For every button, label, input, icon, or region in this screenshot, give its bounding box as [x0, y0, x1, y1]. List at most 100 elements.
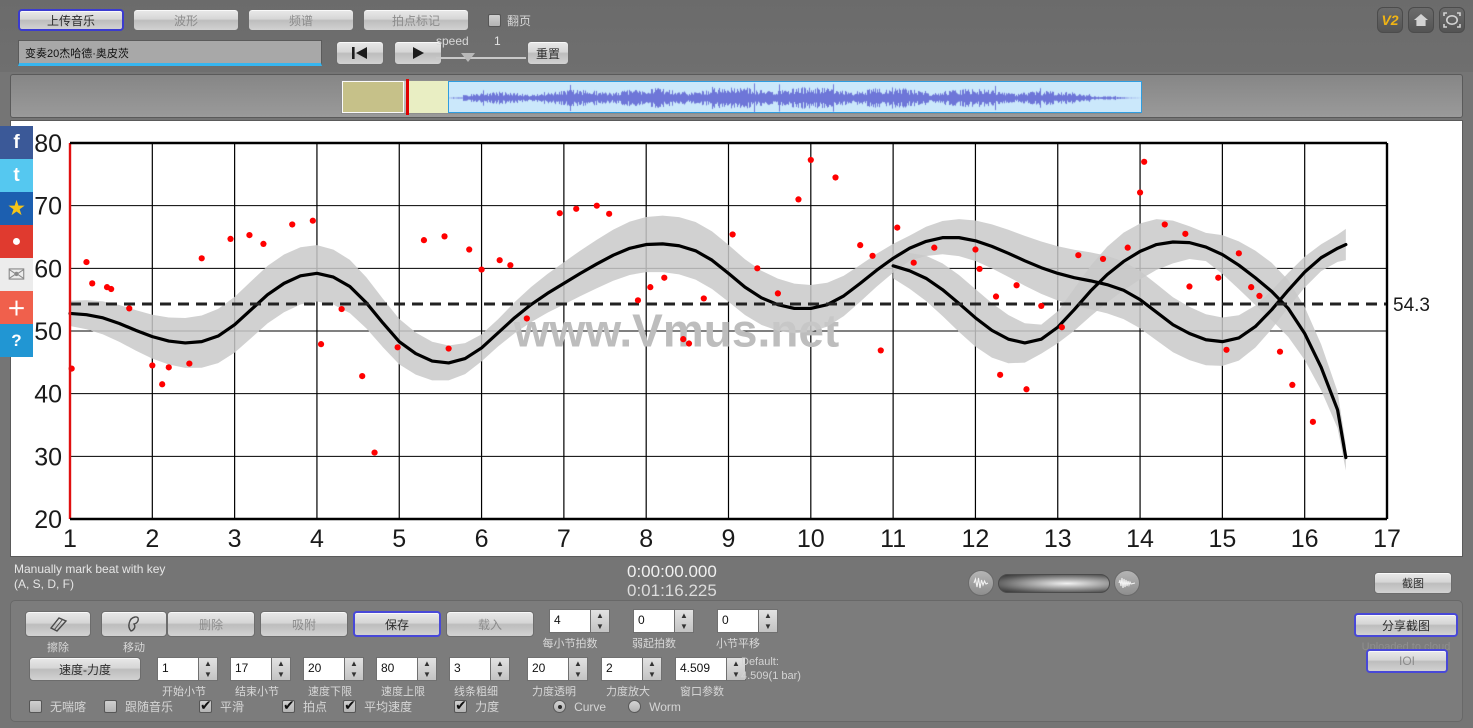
- dynamics-alpha-spinner[interactable]: 20 ▲ ▼: [527, 657, 588, 681]
- end-bar-spinner[interactable]: 17 ▲ ▼: [230, 657, 291, 681]
- spin-up-icon[interactable]: ▲: [199, 658, 217, 669]
- spin-down-icon[interactable]: ▼: [591, 621, 609, 632]
- bar-offset-arrows[interactable]: ▲ ▼: [759, 609, 778, 633]
- snap-button[interactable]: 吸附: [260, 611, 348, 637]
- spin-down-icon[interactable]: ▼: [345, 669, 363, 680]
- tempo-max-spinner[interactable]: 80 ▲ ▼: [376, 657, 437, 681]
- dynamics-alpha-arrows[interactable]: ▲ ▼: [569, 657, 588, 681]
- spin-up-icon[interactable]: ▲: [345, 658, 363, 669]
- tempo-dynamics-mode-button[interactable]: 速度-力度: [29, 657, 141, 681]
- spin-up-icon[interactable]: ▲: [491, 658, 509, 669]
- pickup-beats-spinner[interactable]: 0 ▲ ▼: [633, 609, 694, 633]
- fullscreen-button[interactable]: [1439, 7, 1465, 33]
- waveform-selection-highlight[interactable]: [408, 81, 448, 113]
- spin-down-icon[interactable]: ▼: [199, 669, 217, 680]
- spin-up-icon[interactable]: ▲: [643, 658, 661, 669]
- spin-down-icon[interactable]: ▼: [759, 621, 777, 632]
- dynamics-alpha-value[interactable]: 20: [527, 657, 569, 681]
- spin-down-icon[interactable]: ▼: [418, 669, 436, 680]
- tab-beat-marking[interactable]: 拍点标记: [363, 9, 469, 31]
- share-screenshot-button[interactable]: 分享截图: [1354, 613, 1458, 637]
- volume-control[interactable]: [968, 570, 1140, 596]
- tempo-max-arrows[interactable]: ▲ ▼: [418, 657, 437, 681]
- spin-down-icon[interactable]: ▼: [491, 669, 509, 680]
- waveform-overview-strip[interactable]: [10, 74, 1463, 118]
- speed-slider-track[interactable]: [436, 57, 526, 59]
- speed-slider-knob[interactable]: [461, 53, 475, 62]
- spin-up-icon[interactable]: ▲: [675, 610, 693, 621]
- spin-up-icon[interactable]: ▲: [418, 658, 436, 669]
- line-width-spinner[interactable]: 3 ▲ ▼: [449, 657, 510, 681]
- follow-music-checkbox[interactable]: [104, 700, 118, 713]
- load-button[interactable]: 载入: [446, 611, 534, 637]
- no-click-checkbox[interactable]: [29, 700, 42, 713]
- dynamics-scale-spinner[interactable]: 2 ▲ ▼: [601, 657, 662, 681]
- smooth-checkbox[interactable]: [199, 698, 213, 713]
- spin-down-icon[interactable]: ▼: [643, 669, 661, 680]
- tempo-chart-panel[interactable]: www.Vmus.net 54.3 20 30 40 50 60 70 80 1 2 3 4 5 6 7 8 9 1…: [10, 120, 1463, 557]
- curve-radio[interactable]: [553, 700, 567, 713]
- tempo-min-spinner[interactable]: 20 ▲ ▼: [303, 657, 364, 681]
- spin-down-icon[interactable]: ▼: [675, 621, 693, 632]
- delete-button[interactable]: 删除: [167, 611, 255, 637]
- tab-waveform[interactable]: 波形: [133, 9, 239, 31]
- spin-up-icon[interactable]: ▲: [272, 658, 290, 669]
- start-bar-spinner[interactable]: 1 ▲ ▼: [157, 657, 218, 681]
- page-turn-checkbox[interactable]: [488, 13, 501, 27]
- pickup-beats-arrows[interactable]: ▲ ▼: [675, 609, 694, 633]
- move-tool-button[interactable]: [101, 611, 167, 637]
- help-icon[interactable]: ?: [0, 324, 33, 357]
- window-param-spinner[interactable]: 4.509 ▲ ▼: [675, 657, 746, 681]
- screenshot-button[interactable]: 截图: [1374, 572, 1452, 594]
- start-bar-arrows[interactable]: ▲ ▼: [199, 657, 218, 681]
- spin-up-icon[interactable]: ▲: [569, 658, 587, 669]
- volume-high-button[interactable]: [1114, 570, 1140, 596]
- spin-up-icon[interactable]: ▲: [591, 610, 609, 621]
- bar-offset-spinner[interactable]: 0 ▲ ▼: [717, 609, 778, 633]
- qzone-icon[interactable]: ★: [0, 192, 33, 225]
- start-bar-value[interactable]: 1: [157, 657, 199, 681]
- eraser-tool-button[interactable]: [25, 611, 91, 637]
- page-turn-checkbox-group[interactable]: 翻页: [488, 9, 531, 31]
- bar-offset-value[interactable]: 0: [717, 609, 759, 633]
- beat-checkbox[interactable]: [282, 698, 296, 713]
- waveform-region[interactable]: [448, 81, 1142, 113]
- waveform-playhead[interactable]: [406, 79, 409, 115]
- facebook-icon[interactable]: f: [0, 126, 33, 159]
- more-share-icon[interactable]: ＋: [0, 291, 33, 324]
- home-button[interactable]: [1408, 7, 1434, 33]
- waveform-track[interactable]: [341, 79, 1142, 115]
- play-button[interactable]: [394, 41, 442, 65]
- dynamics-scale-value[interactable]: 2: [601, 657, 643, 681]
- dynamics-scale-arrows[interactable]: ▲ ▼: [643, 657, 662, 681]
- tempo-min-arrows[interactable]: ▲ ▼: [345, 657, 364, 681]
- tempo-min-value[interactable]: 20: [303, 657, 345, 681]
- volume-slider[interactable]: [998, 573, 1110, 593]
- average-tempo-checkbox[interactable]: [343, 698, 357, 713]
- volume-low-button[interactable]: [968, 570, 994, 596]
- ioi-button[interactable]: IOI: [1366, 649, 1448, 673]
- end-bar-arrows[interactable]: ▲ ▼: [272, 657, 291, 681]
- beats-per-bar-arrows[interactable]: ▲ ▼: [591, 609, 610, 633]
- line-width-arrows[interactable]: ▲ ▼: [491, 657, 510, 681]
- spin-down-icon[interactable]: ▼: [272, 669, 290, 680]
- window-param-value[interactable]: 4.509: [675, 657, 727, 681]
- tab-upload-music[interactable]: 上传音乐: [18, 9, 124, 31]
- end-bar-value[interactable]: 17: [230, 657, 272, 681]
- waveform-selection-left[interactable]: [342, 81, 404, 113]
- tempo-max-value[interactable]: 80: [376, 657, 418, 681]
- spin-up-icon[interactable]: ▲: [759, 610, 777, 621]
- save-button[interactable]: 保存: [353, 611, 441, 637]
- tab-spectrum[interactable]: 频谱: [248, 9, 354, 31]
- worm-radio[interactable]: [628, 700, 642, 713]
- email-icon[interactable]: ✉: [0, 258, 33, 291]
- dynamics-checkbox[interactable]: [454, 698, 468, 713]
- filename-field[interactable]: 变奏20杰哈德·奥皮茨: [18, 40, 322, 66]
- line-width-value[interactable]: 3: [449, 657, 491, 681]
- reset-button[interactable]: 重置: [527, 41, 569, 65]
- rewind-to-start-button[interactable]: [336, 41, 384, 65]
- spin-down-icon[interactable]: ▼: [569, 669, 587, 680]
- pickup-beats-value[interactable]: 0: [633, 609, 675, 633]
- weibo-icon[interactable]: ●: [0, 225, 33, 258]
- beats-per-bar-value[interactable]: 4: [549, 609, 591, 633]
